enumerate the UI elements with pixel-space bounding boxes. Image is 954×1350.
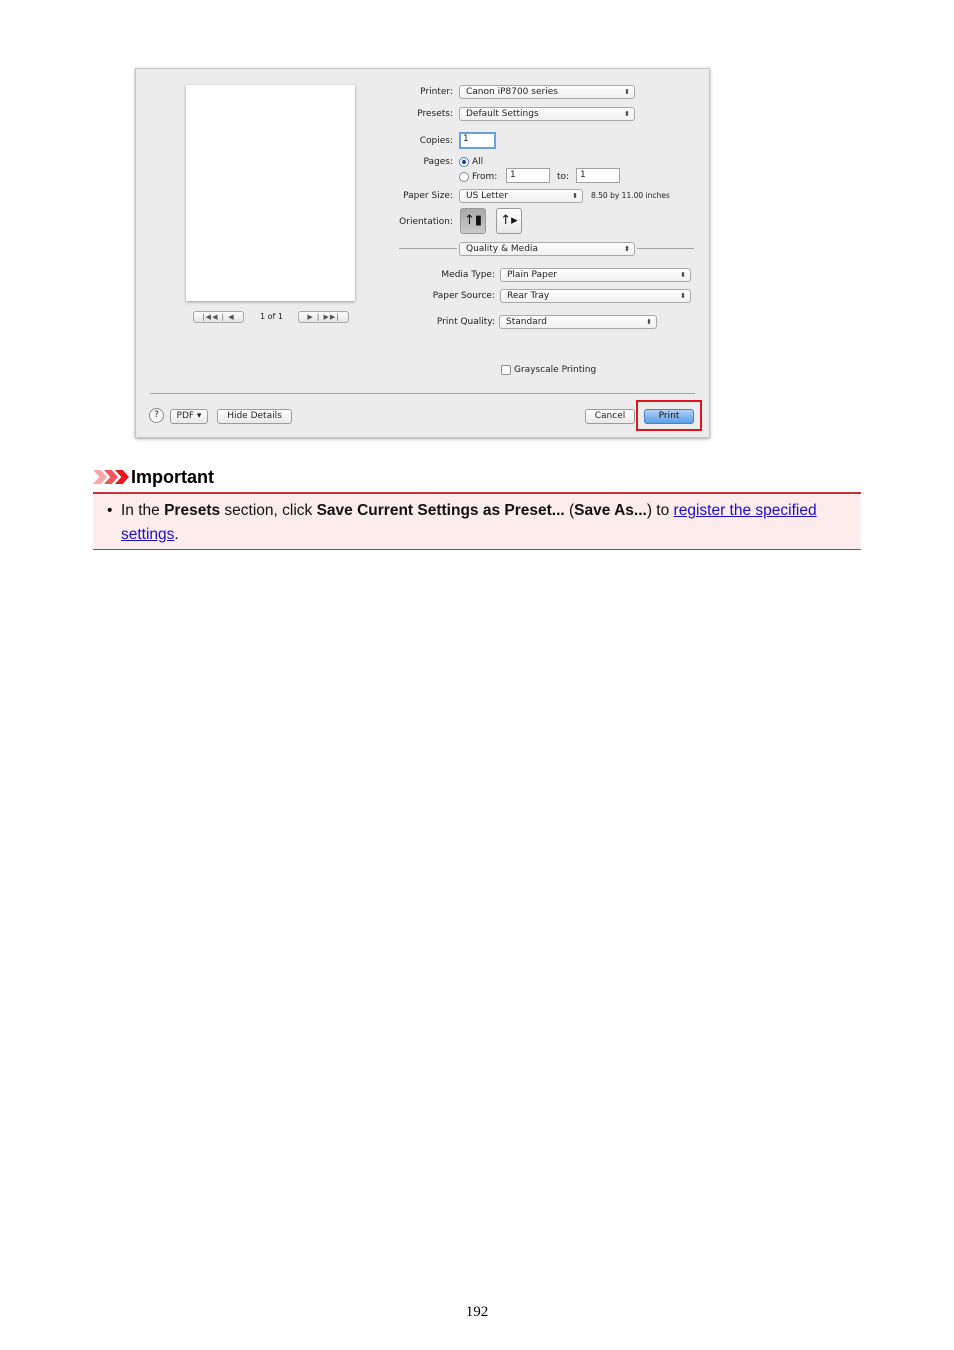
note-text: . xyxy=(174,526,179,543)
important-box: • In the Presets section, click Save Curr… xyxy=(93,492,861,550)
paper-source-label: Paper Source: xyxy=(432,291,495,301)
pages-to-input[interactable]: 1 xyxy=(576,168,620,183)
pages-from-radio[interactable] xyxy=(459,172,469,182)
print-quality-label: Print Quality: xyxy=(436,317,495,327)
note-bold-save-as: Save As... xyxy=(574,502,647,519)
presets-label: Presets: xyxy=(417,109,453,119)
paper-size-label: Paper Size: xyxy=(403,191,453,201)
portrait-orientation-icon: ↑▮ xyxy=(463,213,483,228)
popup-arrows-icon: ⬍ xyxy=(624,245,630,253)
grayscale-checkbox[interactable] xyxy=(501,365,511,375)
footer-separator xyxy=(150,393,695,394)
register-settings-link[interactable]: register the specified xyxy=(674,502,817,519)
preview-next-last-button[interactable]: ▶ | ▶▶| xyxy=(298,311,349,323)
important-chevrons-icon xyxy=(93,470,129,484)
popup-arrows-icon: ⬍ xyxy=(572,192,578,200)
media-type-value: Plain Paper xyxy=(507,270,557,280)
print-dialog-screenshot: |◀◀ | ◀ 1 of 1 ▶ | ▶▶| Printer: Canon iP… xyxy=(135,68,710,438)
important-title: Important xyxy=(131,466,214,487)
copies-label: Copies: xyxy=(419,136,453,146)
pdf-menu-button[interactable]: PDF ▾ xyxy=(170,409,208,424)
important-item: • In the Presets section, click Save Curr… xyxy=(107,499,845,523)
pages-from-input[interactable]: 1 xyxy=(506,168,550,183)
orientation-label: Orientation: xyxy=(399,217,453,227)
help-button[interactable]: ? xyxy=(149,408,164,423)
panel-selector[interactable]: Quality & Media ⬍ xyxy=(459,242,635,256)
paper-size-value: US Letter xyxy=(466,191,508,201)
page-number: 192 xyxy=(465,1304,489,1320)
panel-selector-value: Quality & Media xyxy=(466,244,538,254)
hide-details-button[interactable]: Hide Details xyxy=(217,409,292,424)
separator xyxy=(637,248,694,249)
preview-page-counter: 1 of 1 xyxy=(260,312,283,321)
presets-value: Default Settings xyxy=(466,109,539,119)
pages-label: Pages: xyxy=(423,157,453,167)
preview-first-prev-button[interactable]: |◀◀ | ◀ xyxy=(193,311,244,323)
print-preview-page xyxy=(186,85,355,301)
media-type-select[interactable]: Plain Paper ⬍ xyxy=(500,268,691,282)
print-quality-select[interactable]: Standard ⬍ xyxy=(499,315,657,329)
paper-size-dimensions: 8.50 by 11.00 inches xyxy=(591,191,670,200)
printer-label: Printer: xyxy=(420,87,453,97)
pages-from-label: From: xyxy=(472,172,498,182)
grayscale-label: Grayscale Printing xyxy=(514,365,597,375)
important-item-continued: settings. xyxy=(107,523,845,547)
popup-arrows-icon: ⬍ xyxy=(624,110,630,118)
register-settings-link-continued[interactable]: settings xyxy=(121,526,174,543)
note-bold-save-current-settings: Save Current Settings as Preset... xyxy=(316,502,565,519)
paper-size-select[interactable]: US Letter ⬍ xyxy=(459,189,583,203)
popup-arrows-icon: ⬍ xyxy=(680,292,686,300)
important-heading: Important xyxy=(93,465,214,489)
note-text: In the xyxy=(121,502,165,519)
cancel-button[interactable]: Cancel xyxy=(585,409,635,424)
note-bold-presets: Presets xyxy=(164,502,221,519)
popup-arrows-icon: ⬍ xyxy=(624,88,630,96)
orientation-portrait-button[interactable]: ↑▮ xyxy=(460,208,486,234)
printer-value: Canon iP8700 series xyxy=(466,87,558,97)
paper-source-select[interactable]: Rear Tray ⬍ xyxy=(500,289,691,303)
media-type-label: Media Type: xyxy=(441,270,495,280)
pages-all-radio[interactable] xyxy=(459,157,469,167)
separator xyxy=(399,248,457,249)
note-text: section, click xyxy=(220,502,317,519)
bullet: • xyxy=(107,502,113,519)
note-text: ) to xyxy=(646,502,674,519)
print-quality-value: Standard xyxy=(506,317,547,327)
print-button-highlight xyxy=(636,400,702,431)
pages-to-label: to: xyxy=(557,172,570,182)
paper-source-value: Rear Tray xyxy=(507,291,550,301)
landscape-orientation-icon: ↑▸ xyxy=(500,213,518,228)
presets-select[interactable]: Default Settings ⬍ xyxy=(459,107,635,121)
orientation-landscape-button[interactable]: ↑▸ xyxy=(496,208,522,234)
popup-arrows-icon: ⬍ xyxy=(646,318,652,326)
popup-arrows-icon: ⬍ xyxy=(680,271,686,279)
note-text: ( xyxy=(564,502,575,519)
printer-select[interactable]: Canon iP8700 series ⬍ xyxy=(459,85,635,99)
copies-input[interactable]: 1 xyxy=(459,132,496,149)
pages-all-label: All xyxy=(472,157,484,167)
help-icon: ? xyxy=(154,410,159,420)
